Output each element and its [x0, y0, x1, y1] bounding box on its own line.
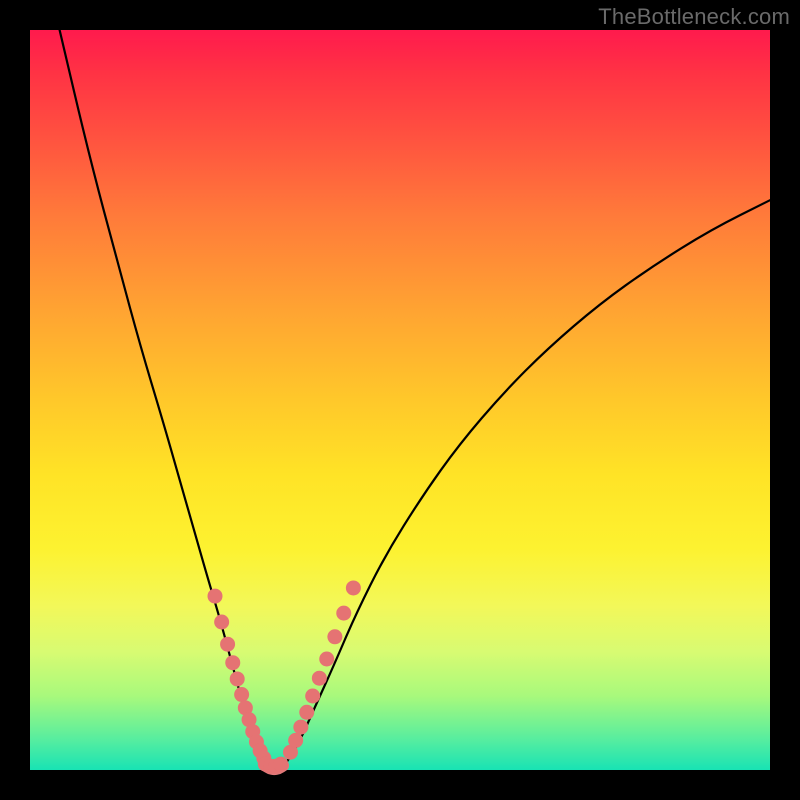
marker-right-dots [293, 720, 308, 735]
marker-right-dots [346, 580, 361, 595]
plot-area [30, 30, 770, 770]
marker-bottom-dots [273, 757, 288, 772]
marker-right-dots [327, 629, 342, 644]
marker-left-dots [214, 615, 229, 630]
marker-right-dots [299, 705, 314, 720]
markers-group [208, 580, 361, 773]
marker-right-dots [305, 689, 320, 704]
marker-left-dots [220, 637, 235, 652]
marker-left-dots [234, 687, 249, 702]
curves-group [60, 30, 770, 769]
marker-left-dots [230, 671, 245, 686]
marker-right-dots [336, 606, 351, 621]
marker-left-dots [208, 589, 223, 604]
watermark-text: TheBottleneck.com [598, 4, 790, 30]
marker-right-dots [312, 671, 327, 686]
marker-right-dots [288, 733, 303, 748]
chart-frame: TheBottleneck.com [0, 0, 800, 800]
marker-left-dots [225, 655, 240, 670]
marker-right-dots [319, 652, 334, 667]
series-right-curve [282, 200, 770, 768]
chart-svg [30, 30, 770, 770]
